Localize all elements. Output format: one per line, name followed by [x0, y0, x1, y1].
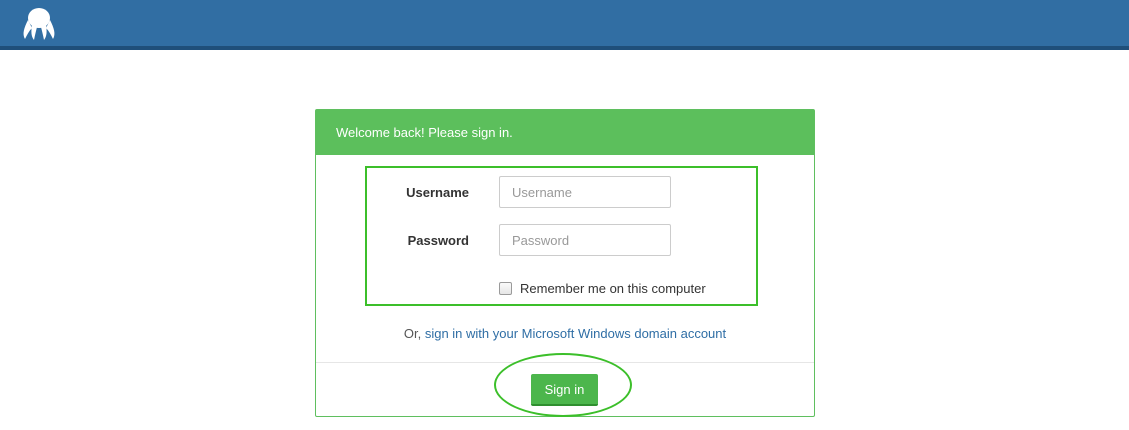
- remember-me-label: Remember me on this computer: [520, 281, 706, 296]
- username-label: Username: [406, 185, 469, 200]
- sign-in-panel: Welcome back! Please sign in. Username P…: [315, 109, 815, 417]
- remember-me-option[interactable]: Remember me on this computer: [499, 281, 706, 296]
- panel-title: Welcome back! Please sign in.: [316, 110, 814, 155]
- password-label: Password: [407, 233, 469, 248]
- remember-me-checkbox[interactable]: [499, 282, 512, 295]
- windows-domain-sign-in-link[interactable]: sign in with your Microsoft Windows doma…: [425, 326, 726, 341]
- octopus-logo-icon[interactable]: [20, 6, 58, 42]
- username-input[interactable]: [499, 176, 671, 208]
- top-navigation-bar: [0, 0, 1129, 50]
- alternate-sign-in-prefix: Or,: [403, 326, 422, 341]
- sign-in-button[interactable]: Sign in: [531, 374, 598, 406]
- password-input[interactable]: [499, 224, 671, 256]
- alternate-sign-in-line: Or, sign in with your Microsoft Windows …: [316, 326, 814, 341]
